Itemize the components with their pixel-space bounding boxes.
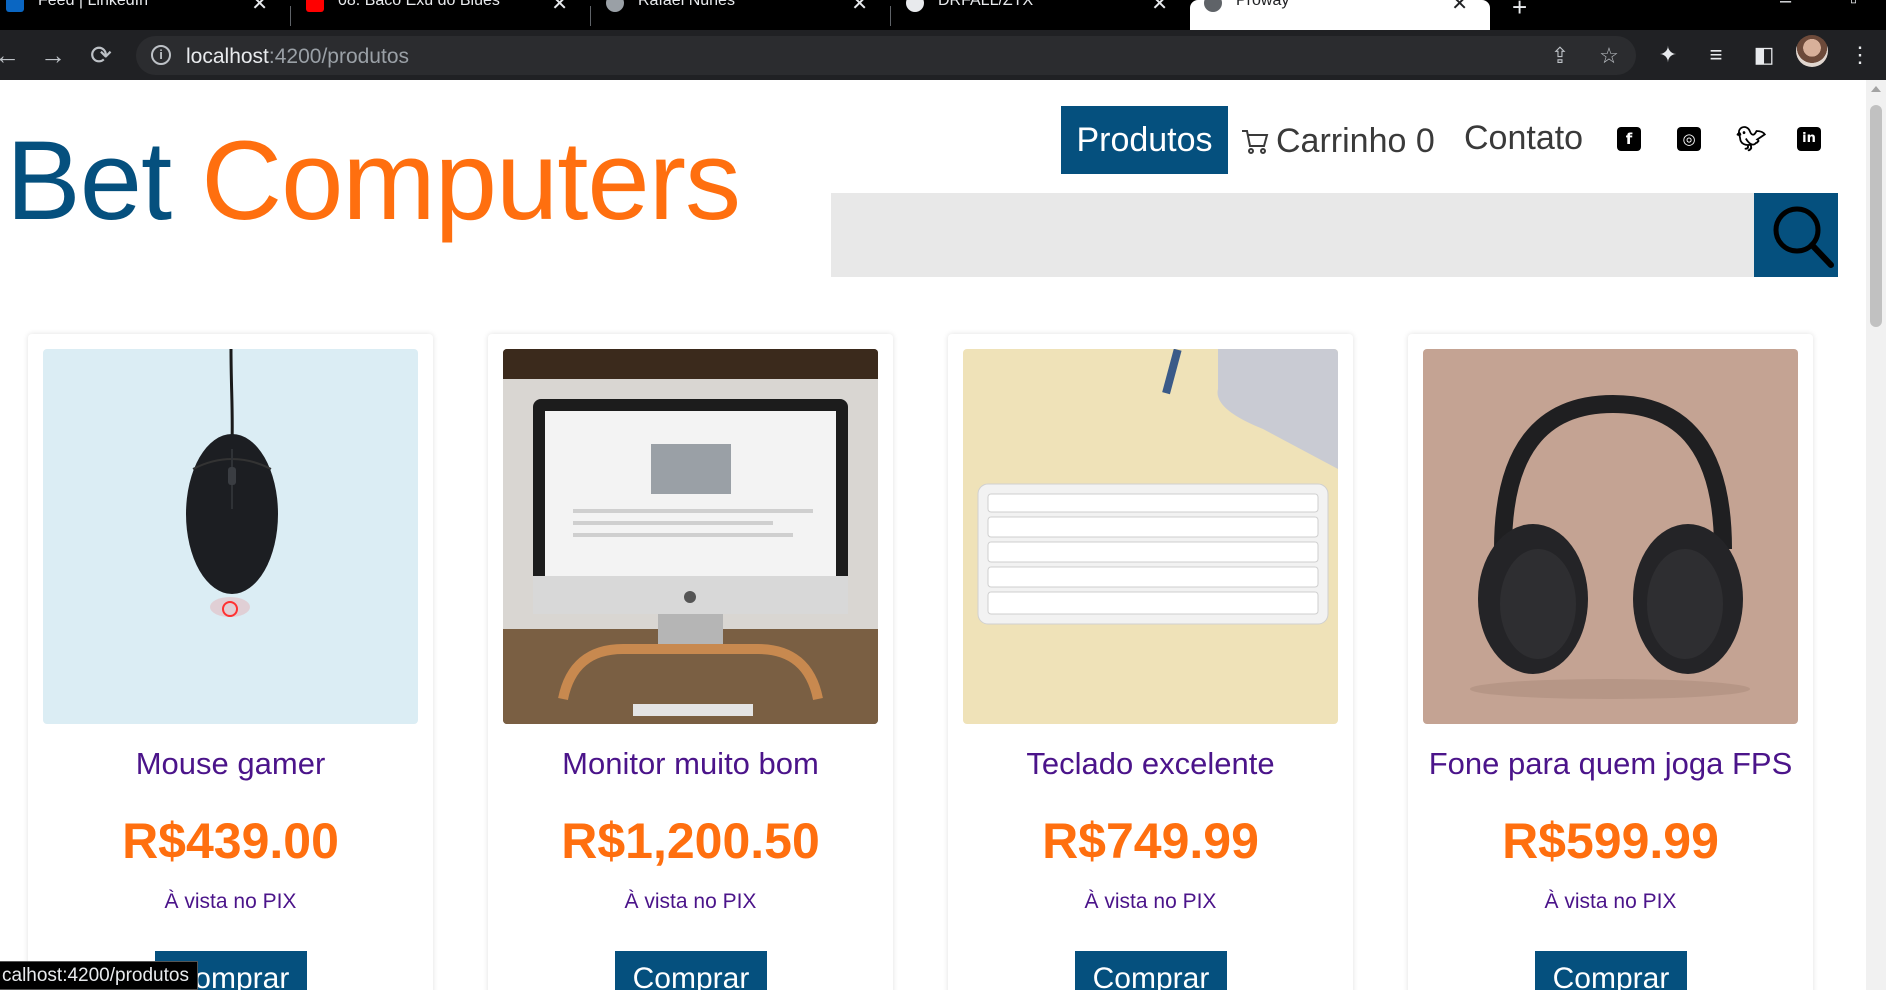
instagram-icon[interactable]: ◎ xyxy=(1677,127,1701,151)
browser-tab[interactable]: DRFALL/ZTX ✕ xyxy=(900,0,1190,30)
brand-name-part2: Computers xyxy=(201,118,741,243)
tab-title: DRFALL/ZTX xyxy=(938,0,1034,9)
link-status-bubble: calhost:4200/produtos xyxy=(0,961,198,990)
buy-button[interactable]: Comprar xyxy=(1535,951,1687,990)
browser-tab[interactable]: Feed | LinkedIn ✕ xyxy=(0,0,290,30)
close-icon[interactable]: ✕ xyxy=(551,0,568,16)
browser-toolbar: ← → ⟳ i localhost:4200/produtos ⇪ ☆ ✦ ≡ … xyxy=(0,30,1886,110)
tab-separator xyxy=(290,6,291,26)
site-logo[interactable]: Bet Computers xyxy=(6,116,741,245)
browser-tab-active[interactable]: Proway ✕ xyxy=(1190,0,1490,30)
minimize-icon[interactable]: – xyxy=(1780,0,1791,13)
proway-icon xyxy=(1204,0,1222,12)
search-icon xyxy=(1773,206,1834,268)
product-card: Fone para quem joga FPS R$599.99 À vista… xyxy=(1408,334,1813,990)
payment-note: À vista no PIX xyxy=(164,890,297,913)
side-panel-icon[interactable]: ◧ xyxy=(1748,39,1780,71)
scroll-up-arrow-icon[interactable] xyxy=(1871,86,1881,92)
tab-title: Feed | LinkedIn xyxy=(38,0,149,9)
product-image-keyboard[interactable] xyxy=(963,349,1338,724)
close-icon[interactable]: ✕ xyxy=(1451,0,1468,16)
nav-link-produtos[interactable]: Produtos xyxy=(1061,106,1228,174)
product-title[interactable]: Mouse gamer xyxy=(28,746,433,782)
url-text[interactable]: localhost:4200/produtos xyxy=(186,45,409,69)
facebook-icon[interactable]: f xyxy=(1617,127,1641,151)
tab-title: Proway xyxy=(1236,0,1290,9)
product-price: R$1,200.50 xyxy=(561,813,820,869)
product-price: R$749.99 xyxy=(1042,813,1259,869)
product-price: R$439.00 xyxy=(122,813,339,869)
nav-link-carrinho[interactable]: Carrinho 0 xyxy=(1240,120,1435,162)
linkedin-icon[interactable]: in xyxy=(1797,127,1821,151)
reload-icon[interactable]: ⟳ xyxy=(84,38,118,72)
payment-note: À vista no PIX xyxy=(1084,890,1217,913)
close-icon[interactable]: ✕ xyxy=(851,0,868,16)
back-arrow-icon[interactable]: ← xyxy=(0,38,24,72)
twitter-icon[interactable]: 🐦︎ xyxy=(1736,127,1766,151)
search-input[interactable] xyxy=(831,193,1754,277)
kebab-menu-icon[interactable]: ⋮ xyxy=(1844,39,1876,71)
bookmark-star-icon[interactable]: ☆ xyxy=(1595,42,1623,70)
tab-title: Rafael Nunes xyxy=(638,0,735,9)
browser-tab[interactable]: Rafael Nunes ✕ xyxy=(600,0,890,30)
product-title[interactable]: Teclado excelente xyxy=(948,746,1353,782)
info-icon[interactable]: i xyxy=(151,45,171,65)
linkedin-icon xyxy=(6,0,24,12)
product-price: R$599.99 xyxy=(1502,813,1719,869)
product-image-mouse[interactable] xyxy=(43,349,418,724)
url-host: localhost xyxy=(186,45,269,68)
tab-separator xyxy=(890,6,891,26)
page-viewport: Bet Computers Produtos Carrinho 0 Contat… xyxy=(0,80,1866,990)
scrollbar-thumb[interactable] xyxy=(1870,105,1882,327)
product-title[interactable]: Monitor muito bom xyxy=(488,746,893,782)
page-scrollbar[interactable] xyxy=(1866,80,1886,990)
browser-tab[interactable]: 08. Baco Exu do Blues ✕ xyxy=(300,0,590,30)
payment-note: À vista no PIX xyxy=(624,890,757,913)
address-bar[interactable]: i localhost:4200/produtos ⇪ ☆ xyxy=(136,36,1636,75)
buy-button[interactable]: Comprar xyxy=(1075,951,1227,990)
payment-note: À vista no PIX xyxy=(1544,890,1677,913)
youtube-icon xyxy=(306,0,324,12)
tab-title: 08. Baco Exu do Blues xyxy=(338,0,500,9)
new-tab-button[interactable]: + xyxy=(1512,0,1527,23)
buy-button[interactable]: Comprar xyxy=(615,951,767,990)
cart-label: Carrinho 0 xyxy=(1276,121,1435,160)
product-card: Mouse gamer R$439.00 À vista no PIX Comp… xyxy=(28,334,433,990)
forward-arrow-icon[interactable]: → xyxy=(36,38,70,72)
product-card: Teclado excelente R$749.99 À vista no PI… xyxy=(948,334,1353,990)
github-icon xyxy=(906,0,924,12)
search-button[interactable] xyxy=(1754,193,1838,277)
close-icon[interactable]: ✕ xyxy=(1151,0,1168,16)
url-path: :4200/produtos xyxy=(268,45,409,68)
product-card: Monitor muito bom R$1,200.50 À vista no … xyxy=(488,334,893,990)
cart-icon xyxy=(1242,130,1269,154)
extensions-puzzle-icon[interactable]: ✦ xyxy=(1652,39,1684,71)
browser-tab-strip: Feed | LinkedIn ✕ 08. Baco Exu do Blues … xyxy=(0,0,1886,30)
media-queue-icon[interactable]: ≡ xyxy=(1700,39,1732,71)
profile-avatar[interactable] xyxy=(1796,35,1828,67)
brand-name-part1: Bet xyxy=(6,118,172,243)
close-icon[interactable]: ✕ xyxy=(251,0,268,16)
product-image-monitor[interactable] xyxy=(503,349,878,724)
maximize-icon[interactable]: ▫ xyxy=(1850,0,1857,13)
globe-icon xyxy=(606,0,624,12)
share-icon[interactable]: ⇪ xyxy=(1546,42,1574,70)
product-title[interactable]: Fone para quem joga FPS xyxy=(1408,746,1813,782)
product-image-headphones[interactable] xyxy=(1423,349,1798,724)
tab-separator xyxy=(590,6,591,26)
nav-link-contato[interactable]: Contato xyxy=(1464,119,1583,158)
